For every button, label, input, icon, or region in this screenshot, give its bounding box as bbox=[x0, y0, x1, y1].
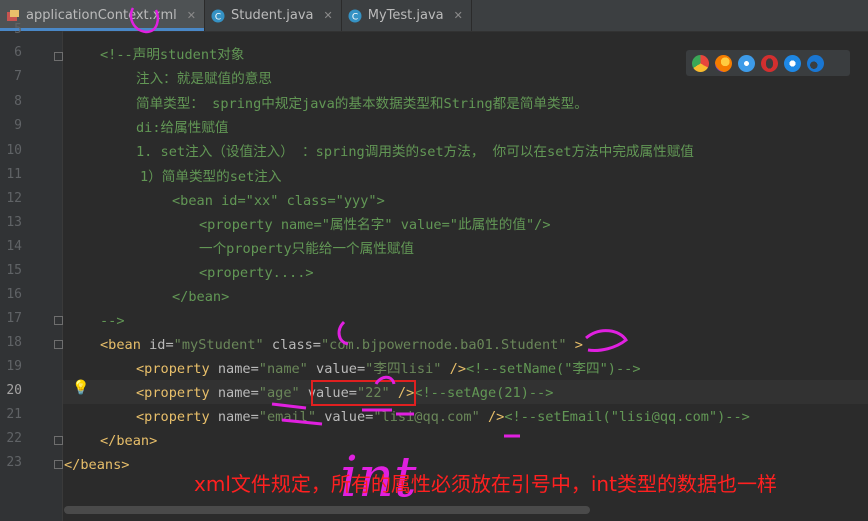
xml-comment: <!--setName("李四")--> bbox=[466, 361, 641, 377]
xml-value: "myStudent" bbox=[173, 337, 264, 353]
code-line-7: 注入：就是赋值的意思 bbox=[136, 71, 272, 87]
line-number: 23 bbox=[6, 455, 22, 470]
code-line-19: <property name="name" value="李四lisi" /><… bbox=[136, 357, 641, 381]
tab-mytest-java[interactable]: C MyTest.java ✕ bbox=[342, 0, 472, 31]
line-number: 16 bbox=[6, 287, 22, 302]
code-line-22: </bean> bbox=[100, 433, 158, 449]
line-number: 6 bbox=[14, 45, 22, 60]
line-number: 20 bbox=[6, 383, 22, 398]
xml-attr: name= bbox=[217, 385, 259, 401]
line-number: 19 bbox=[6, 359, 22, 374]
line-number: 12 bbox=[6, 191, 22, 206]
xml-attr: name= bbox=[217, 409, 259, 425]
code-line-21: <property name="email" value="lisi@qq.co… bbox=[136, 405, 750, 429]
line-number: 14 bbox=[6, 239, 22, 254]
code-line-18: <bean id="myStudent" class="com.bjpowern… bbox=[100, 333, 583, 357]
close-icon[interactable]: ✕ bbox=[454, 9, 463, 22]
fold-marker-icon[interactable] bbox=[54, 460, 63, 469]
xml-value: "com.bjpowernode.ba01.Student" bbox=[321, 337, 567, 353]
code-line-16: </bean> bbox=[172, 289, 230, 305]
opera-icon[interactable] bbox=[761, 54, 778, 72]
firefox-icon[interactable] bbox=[715, 54, 732, 72]
safari-icon[interactable] bbox=[738, 54, 755, 72]
ie-icon[interactable] bbox=[784, 54, 801, 72]
xml-attr: value= bbox=[307, 361, 366, 377]
code-line-13: <property name="属性名字" value="此属性的值"/> bbox=[199, 217, 551, 233]
code-line-15: <property....> bbox=[199, 265, 314, 281]
xml-attr: name= bbox=[217, 361, 259, 377]
xml-tag: <property bbox=[136, 361, 218, 377]
java-class-icon: C bbox=[348, 9, 362, 22]
code-line-10: 1. set注入（设值注入） ：spring调用类的set方法， 你可以在set… bbox=[136, 144, 694, 160]
close-icon[interactable]: ✕ bbox=[187, 9, 196, 22]
xml-comment: <!--setAge(21)--> bbox=[414, 385, 554, 401]
fold-marker-icon[interactable] bbox=[54, 52, 63, 61]
tab-label: MyTest.java bbox=[367, 8, 444, 23]
java-class-icon: C bbox=[211, 9, 225, 22]
code-line-11: 1）简单类型的set注入 bbox=[140, 169, 282, 185]
horizontal-scrollbar[interactable] bbox=[64, 506, 590, 514]
annotation-note: xml文件规定，所有的属性必须放在引号中，int类型的数据也一样 bbox=[194, 472, 777, 496]
tab-label: Student.java bbox=[230, 8, 314, 23]
line-number: 21 bbox=[6, 407, 22, 422]
line-number: 9 bbox=[14, 118, 22, 133]
tab-label: applicationContext.xml bbox=[26, 8, 177, 23]
xml-attr: value= bbox=[316, 409, 374, 425]
code-line-8: 简单类型： spring中规定java的基本数据类型和String都是简单类型。 bbox=[136, 96, 588, 112]
line-number: 7 bbox=[14, 69, 22, 84]
highlight-box bbox=[311, 380, 416, 406]
line-number: 13 bbox=[6, 215, 22, 230]
line-number: 17 bbox=[6, 311, 22, 326]
svg-text:C: C bbox=[215, 12, 221, 22]
xml-tag: /> bbox=[441, 361, 467, 377]
close-icon[interactable]: ✕ bbox=[324, 9, 333, 22]
line-number: 22 bbox=[6, 431, 22, 446]
fold-marker-icon[interactable] bbox=[54, 340, 63, 349]
xml-tag: <property bbox=[136, 385, 218, 401]
xml-value: "name" bbox=[258, 361, 308, 377]
line-number: 11 bbox=[6, 167, 22, 182]
xml-tag: > bbox=[566, 337, 583, 353]
xml-file-icon bbox=[7, 9, 19, 21]
svg-text:C: C bbox=[352, 12, 358, 22]
xml-tag: <bean bbox=[100, 337, 150, 353]
xml-value: "email" bbox=[258, 409, 317, 425]
fold-marker-icon[interactable] bbox=[54, 436, 63, 445]
code-line-17: --> bbox=[100, 313, 125, 329]
xml-comment: <!--setEmail("lisi@qq.com")--> bbox=[504, 409, 750, 425]
xml-attr: id= bbox=[149, 337, 174, 353]
code-line-12: <bean id="xx" class="yyy"> bbox=[172, 193, 385, 209]
line-number: 8 bbox=[14, 94, 22, 109]
xml-tag: /> bbox=[479, 409, 505, 425]
code-line-23: </beans> bbox=[64, 457, 130, 473]
code-line-14: 一个property只能给一个属性赋值 bbox=[199, 241, 415, 257]
editor-tab-bar: applicationContext.xml ✕ C Student.java … bbox=[0, 0, 868, 32]
xml-value: "lisi@qq.com" bbox=[373, 409, 480, 425]
line-number: 15 bbox=[6, 263, 22, 278]
xml-value: "age" bbox=[258, 385, 300, 401]
line-number: 18 bbox=[6, 335, 22, 350]
line-number: 5 bbox=[14, 22, 22, 37]
xml-attr: class= bbox=[263, 337, 321, 353]
fold-marker-icon[interactable] bbox=[54, 316, 63, 325]
tab-application-context-xml[interactable]: applicationContext.xml ✕ bbox=[0, 0, 205, 31]
xml-value: "李四lisi" bbox=[365, 361, 442, 377]
line-number: 10 bbox=[6, 143, 22, 158]
browser-preview-bar bbox=[686, 50, 850, 76]
xml-tag: <property bbox=[136, 409, 218, 425]
chrome-icon[interactable] bbox=[692, 54, 709, 72]
code-line-6: <!--声明student对象 bbox=[100, 47, 245, 63]
code-editor[interactable]: <!--声明student对象 注入：就是赋值的意思 简单类型： spring中… bbox=[64, 31, 868, 521]
tab-student-java[interactable]: C Student.java ✕ bbox=[205, 0, 342, 31]
code-line-9: di:给属性赋值 bbox=[136, 120, 229, 136]
edge-icon[interactable] bbox=[807, 54, 824, 72]
